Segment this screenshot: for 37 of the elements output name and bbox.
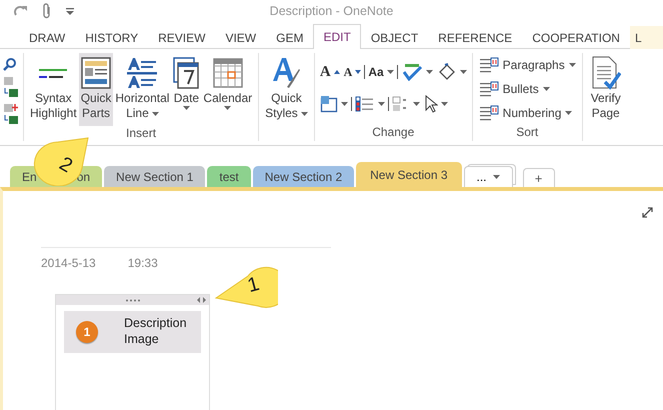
ribbon-tab[interactable]: GEM	[266, 26, 314, 49]
shrink-font-button[interactable]: A	[342, 64, 362, 80]
ribbon-tab[interactable]: OBJECT	[360, 26, 428, 49]
section-tab[interactable]: New Section 1	[104, 166, 206, 187]
ribbon-tab[interactable]: EDIT	[313, 24, 361, 49]
sort-menu-button[interactable]: Bullets	[476, 79, 552, 99]
horizontal-line-button[interactable]: Horizontal Line	[113, 53, 172, 126]
quick-parts-button[interactable]: Quick Parts	[78, 53, 114, 126]
ribbon-tab[interactable]: VIEW	[215, 26, 266, 49]
ribbon-tab[interactable]: COOPERATION	[522, 26, 630, 49]
sort-menu-button[interactable]: Paragraphs	[476, 55, 578, 75]
ribbon-tab[interactable]: DRAW	[19, 26, 76, 49]
add-section-button[interactable]: +	[522, 168, 555, 187]
group-label: Change	[371, 125, 416, 141]
ribbon-tab[interactable]: HISTORY	[75, 26, 148, 49]
section-tab[interactable]: New Section 3	[356, 162, 462, 187]
grow-font-button[interactable]: A	[318, 64, 341, 80]
ribbon-tab[interactable]: REVIEW	[148, 26, 216, 49]
ribbon-tab[interactable]: L	[630, 26, 663, 49]
more-sections-button[interactable]: ...	[464, 166, 513, 187]
syntax-highlight-button[interactable]: Syntax Highlight	[28, 53, 79, 126]
quick-styles-button[interactable]: Quick Styles	[263, 53, 310, 126]
section-tab[interactable]: test	[207, 166, 251, 187]
page-time: 19:33	[128, 256, 158, 270]
date-button[interactable]: Date	[171, 53, 202, 126]
sort-menu-button[interactable]: Numbering	[476, 103, 574, 123]
group-label: Insert	[125, 126, 158, 141]
note-text: Description Image	[124, 315, 187, 347]
ribbon-tab[interactable]: REFERENCE	[428, 26, 522, 49]
window-title: Description - OneNote	[270, 4, 394, 18]
section-tab[interactable]: New Section 2	[252, 166, 354, 187]
number-badge: 1	[76, 321, 98, 343]
group-label: Sort	[515, 125, 540, 141]
page-date: 2014-5-13	[41, 256, 96, 270]
calendar-button[interactable]: Calendar	[201, 53, 254, 126]
change-case-button[interactable]: Aa	[367, 65, 395, 79]
verify-page-button[interactable]: Verify Page	[588, 53, 623, 126]
